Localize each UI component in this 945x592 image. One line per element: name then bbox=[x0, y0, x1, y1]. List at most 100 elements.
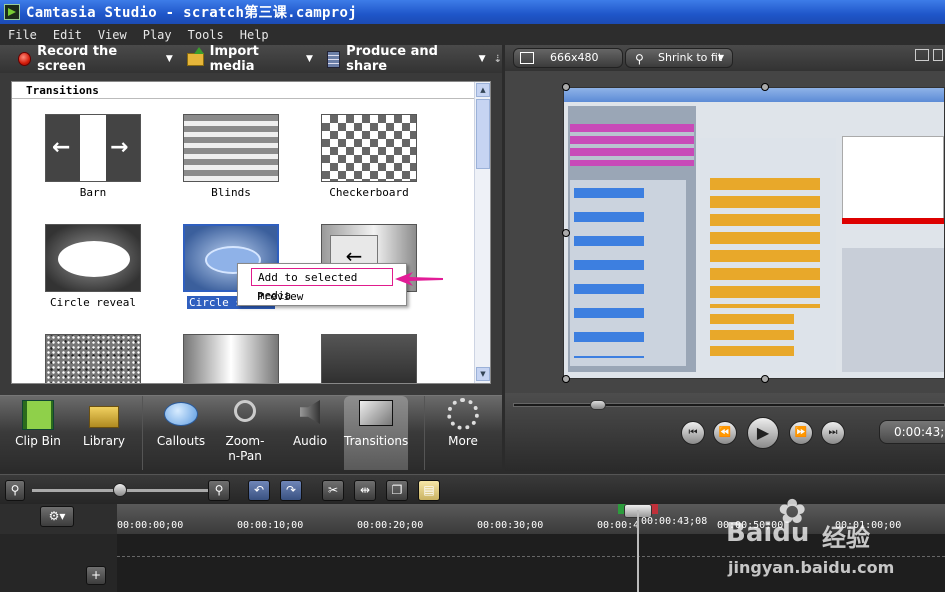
preview-toolbar: 666x480 ⚲ Shrink to fit ▼ bbox=[505, 45, 945, 71]
playhead-time: 00:00:43;08 bbox=[641, 516, 708, 527]
menu-edit[interactable]: Edit bbox=[45, 28, 90, 42]
transition-fade-thumb[interactable] bbox=[183, 334, 279, 383]
transition-label: Barn bbox=[79, 186, 107, 199]
menu-item-preview[interactable]: Preview bbox=[257, 288, 303, 306]
dropdown-caret-icon: ▼ bbox=[165, 54, 173, 64]
transitions-header: Transitions bbox=[12, 82, 476, 99]
task-audio[interactable]: Audio bbox=[280, 396, 340, 470]
scrollbar-thumb[interactable] bbox=[476, 99, 490, 169]
arrow-left-icon: ← bbox=[52, 135, 71, 160]
task-callouts[interactable]: Callouts bbox=[150, 396, 212, 470]
current-time-display: 0:00:43;08 bbox=[879, 420, 945, 444]
play-button[interactable]: ▶ bbox=[747, 417, 779, 449]
menu-file[interactable]: File bbox=[0, 28, 45, 42]
transition-checkerboard-thumb[interactable] bbox=[321, 114, 417, 182]
menu-bar: File Edit View Play Tools Help bbox=[0, 24, 945, 45]
preview-video-frame[interactable] bbox=[563, 87, 945, 379]
zoom-out-button[interactable]: ⚲ bbox=[5, 480, 25, 501]
speech-bubble-icon bbox=[164, 402, 198, 426]
menu-view[interactable]: View bbox=[90, 28, 135, 42]
scroll-down-icon[interactable]: ▼ bbox=[476, 367, 490, 381]
record-icon bbox=[18, 52, 32, 66]
task-tabs: Clip Bin Library Callouts Zoom-n-Pan Aud… bbox=[0, 395, 502, 470]
import-folder-icon bbox=[186, 46, 204, 66]
chevron-down-icon: ▼ bbox=[717, 53, 724, 62]
timeline-zoom-knob[interactable] bbox=[113, 483, 127, 497]
transition-fade-noise-thumb[interactable] bbox=[45, 334, 141, 383]
copy-button[interactable]: ❐ bbox=[386, 480, 408, 501]
menu-item-add-to-selected-media[interactable]: Add to selected media bbox=[251, 268, 393, 302]
cut-button[interactable]: ✂ bbox=[322, 480, 344, 501]
dropdown-caret-icon: ▼ bbox=[306, 54, 313, 64]
redo-button[interactable]: ↷ bbox=[280, 480, 302, 501]
more-dots-icon bbox=[447, 398, 479, 430]
task-library[interactable]: Library bbox=[72, 396, 136, 470]
scroll-up-icon[interactable]: ▲ bbox=[476, 83, 490, 97]
scrub-knob[interactable] bbox=[590, 400, 606, 410]
playhead-line bbox=[637, 510, 639, 592]
baidu-url: jingyan.baidu.com bbox=[728, 558, 895, 577]
rewind-button[interactable]: ⏪ bbox=[713, 421, 737, 445]
magnifier-icon bbox=[234, 400, 256, 422]
camtasia-app-icon bbox=[4, 4, 20, 20]
timeline-settings-button[interactable]: ⚙▾ bbox=[40, 506, 74, 527]
ruler-tick: 00:00:00;00 bbox=[117, 520, 184, 531]
next-clip-button[interactable]: ⏭ bbox=[821, 421, 845, 445]
baidu-jingyan-text: 经验 bbox=[822, 524, 870, 552]
toolbar-overflow-icon[interactable]: ⇣ bbox=[494, 54, 502, 65]
ruler-tick: 00:00:10;00 bbox=[237, 520, 304, 531]
ruler-tick: 00:00:30;00 bbox=[477, 520, 544, 531]
transitions-pane: Transitions ← → Barn Blinds Checkerboard… bbox=[0, 73, 502, 395]
detach-preview-icon[interactable] bbox=[915, 49, 929, 61]
transitions-list: Transitions ← → Barn Blinds Checkerboard… bbox=[11, 81, 491, 384]
pointer-arrow-icon bbox=[395, 272, 443, 286]
speaker-icon bbox=[300, 400, 320, 424]
transition-label: Checkerboard bbox=[329, 186, 409, 199]
timeline-ruler[interactable]: 00:00:00;00 00:00:10;00 00:00:20;00 00:0… bbox=[117, 504, 945, 534]
transitions-scrollbar[interactable]: ▲ ▼ bbox=[474, 82, 490, 383]
menu-help[interactable]: Help bbox=[232, 28, 277, 42]
search-icon: ⚲ bbox=[635, 52, 644, 66]
window-title: Camtasia Studio - scratch第三课.camproj bbox=[26, 5, 357, 21]
task-zoom-n-pan[interactable]: Zoom-n-Pan bbox=[214, 396, 276, 470]
transition-label: Blinds bbox=[211, 186, 251, 199]
transition-circle-reveal-thumb[interactable] bbox=[45, 224, 141, 292]
film-strip-icon bbox=[326, 50, 341, 68]
playback-bar: ⏮ ⏪ ▶ ⏩ ⏭ 0:00:43;08 bbox=[505, 393, 945, 471]
produce-share-button[interactable]: Produce and share ▼ bbox=[326, 44, 486, 74]
scrub-bar[interactable] bbox=[513, 400, 945, 410]
menu-play[interactable]: Play bbox=[135, 28, 180, 42]
transition-blinds-thumb[interactable] bbox=[183, 114, 279, 182]
ruler-tick: 00:00:4 bbox=[597, 520, 640, 531]
baidu-paw-icon: ✿ bbox=[778, 492, 807, 532]
task-clip-bin[interactable]: Clip Bin bbox=[6, 396, 70, 470]
zoom-in-button[interactable]: ⚲ bbox=[208, 480, 230, 501]
title-bar: Camtasia Studio - scratch第三课.camproj bbox=[0, 0, 945, 24]
paste-button[interactable]: ▤ bbox=[418, 480, 440, 501]
previous-clip-button[interactable]: ⏮ bbox=[681, 421, 705, 445]
main-toolbar: Record the screen ▼ Import media ▼ Produce… bbox=[0, 44, 502, 74]
dropdown-caret-icon: ▼ bbox=[478, 54, 486, 64]
split-button[interactable]: ⇹ bbox=[354, 480, 376, 501]
resize-icon bbox=[520, 52, 534, 64]
transition-label: Circle reveal bbox=[49, 296, 137, 309]
transitions-icon bbox=[359, 400, 393, 426]
zoom-dropdown[interactable]: ⚲ Shrink to fit ▼ bbox=[625, 48, 733, 68]
task-transitions[interactable]: Transitions bbox=[344, 396, 408, 470]
transition-barn-thumb[interactable]: ← → bbox=[45, 114, 141, 182]
preview-canvas-area bbox=[505, 71, 945, 393]
record-screen-button[interactable]: Record the screen ▼ bbox=[18, 44, 173, 74]
library-folder-icon bbox=[89, 406, 119, 428]
context-menu: Add to selected media Preview bbox=[237, 263, 407, 306]
ruler-tick: 00:00:20;00 bbox=[357, 520, 424, 531]
fast-forward-button[interactable]: ⏩ bbox=[789, 421, 813, 445]
menu-tools[interactable]: Tools bbox=[180, 28, 232, 42]
add-track-button[interactable]: + bbox=[86, 566, 106, 585]
clip-bin-icon bbox=[22, 400, 54, 430]
import-media-button[interactable]: Import media ▼ bbox=[186, 44, 313, 74]
task-more[interactable]: More bbox=[432, 396, 494, 470]
transition-fade-dark-thumb[interactable] bbox=[321, 334, 417, 383]
undo-button[interactable]: ↶ bbox=[248, 480, 270, 501]
fullscreen-icon[interactable] bbox=[933, 49, 943, 61]
resolution-button[interactable]: 666x480 bbox=[513, 48, 623, 68]
